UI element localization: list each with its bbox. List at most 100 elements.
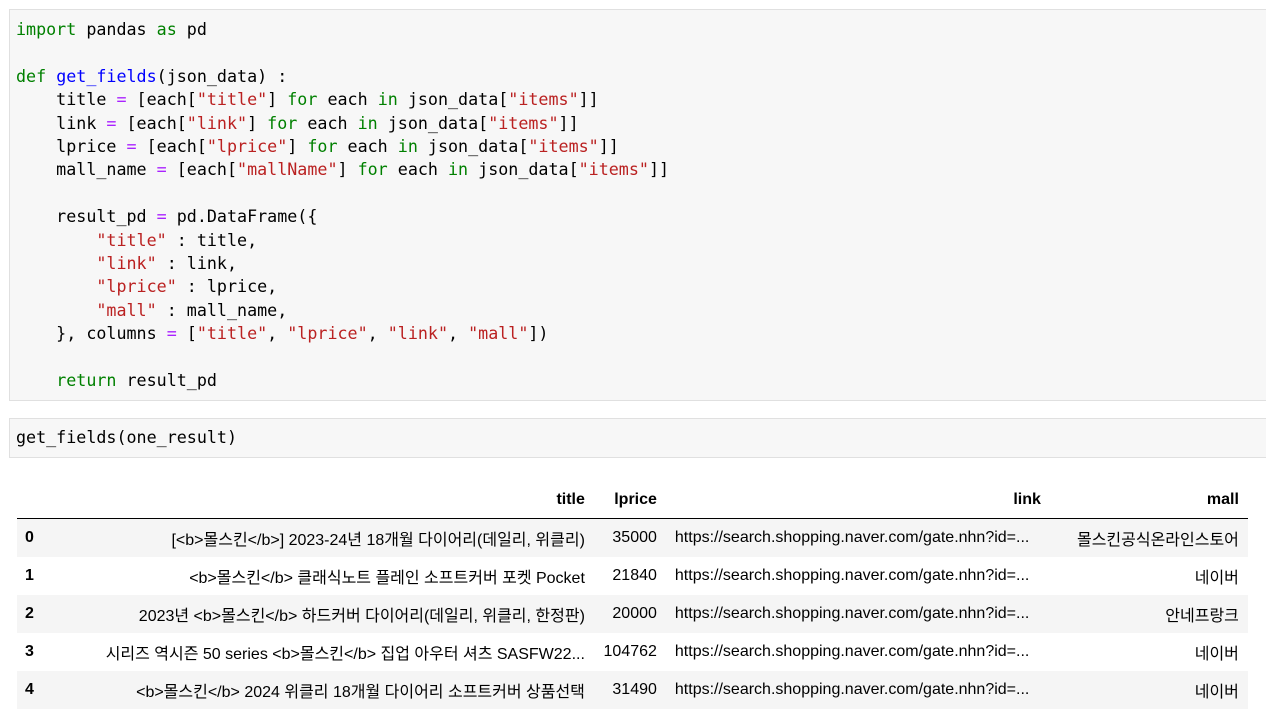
code-token: json_data[ [468, 159, 579, 180]
code-token: (json_data) : [156, 65, 288, 86]
cell-output: title lprice link mall 0 [<b>몰스킨</b>] 20… [17, 481, 1248, 709]
cell-mall: 네이버 [1194, 684, 1239, 701]
column-header-lprice: lprice [593, 481, 666, 519]
cell-lprice: 35000 [612, 529, 657, 546]
cell-link: https://search.shopping.naver.com/gate.n… [674, 605, 1030, 622]
code-token: json_data[ [397, 89, 509, 110]
code-line: "mall" : mall_name, [16, 300, 287, 320]
code-token: ]] [558, 112, 579, 133]
string-token: "lprice" [206, 136, 288, 157]
code-token: get_fields(one_result) [16, 427, 238, 447]
operator-token: = [156, 159, 167, 180]
code-token: [each[ [166, 159, 238, 180]
code-token: link [16, 112, 107, 133]
code-token: , [367, 323, 388, 344]
code-token: mall_name [16, 159, 157, 180]
string-token: "mallName" [237, 159, 338, 180]
row-index: 0 [25, 529, 34, 546]
dataframe-table: title lprice link mall 0 [<b>몰스킨</b>] 20… [17, 481, 1248, 709]
code-token: [ [176, 323, 197, 344]
table-row: 3 시리즈 역시즌 50 series <b>몰스킨</b> 집업 아우터 셔츠… [17, 633, 1248, 671]
cell-title: 시리즈 역시즌 50 series <b>몰스킨</b> 집업 아우터 셔츠 S… [105, 646, 585, 663]
code-token: [each[ [136, 136, 207, 157]
string-token: "items" [488, 112, 559, 133]
table-header-row: title lprice link mall [17, 481, 1248, 519]
string-token: "mall" [96, 299, 157, 320]
string-token: "items" [508, 89, 579, 110]
code-token: ] [267, 89, 288, 110]
code-line: "lprice" : lprice, [16, 276, 277, 296]
code-token: [each[ [126, 89, 197, 110]
string-token: "link" [186, 112, 248, 133]
cell-mall: 몰스킨공식온라인스토어 [1076, 532, 1239, 549]
operator-token: = [156, 206, 167, 227]
cell-lprice: 20000 [612, 605, 657, 622]
code-line: result_pd = pd.DataFrame({ [16, 206, 317, 226]
cell-mall: 네이버 [1194, 646, 1239, 663]
keyword-token: def [16, 65, 47, 86]
column-header-mall: mall [1049, 481, 1248, 519]
code-editor[interactable]: get_fields(one_result) [10, 419, 1266, 449]
table-row: 2 2023년 <b>몰스킨</b> 하드커버 다이어리(데일리, 위클리, 한… [17, 595, 1248, 633]
cell-title: [<b>몰스킨</b>] 2023-24년 18개월 다이어리(데일리, 위클리… [171, 532, 585, 549]
code-token: ]] [578, 89, 599, 110]
string-token: "title" [196, 323, 268, 344]
cell-title: <b>몰스킨</b> 2024 위클리 18개월 다이어리 소프트커버 상품선택 [136, 684, 585, 701]
string-token: "items" [528, 136, 599, 157]
operator-token: = [126, 136, 137, 157]
row-index: 2 [25, 605, 34, 622]
cell-lprice: 21840 [612, 567, 657, 584]
string-token: "mall" [468, 323, 529, 344]
cell-title: 2023년 <b>몰스킨</b> 하드커버 다이어리(데일리, 위클리, 한정판… [138, 608, 585, 625]
code-token: result_pd [116, 370, 217, 391]
cell-link: https://search.shopping.naver.com/gate.n… [674, 643, 1030, 660]
table-row: 4 <b>몰스킨</b> 2024 위클리 18개월 다이어리 소프트커버 상품… [17, 671, 1248, 709]
operator-token: = [166, 323, 177, 344]
code-token: : mall_name, [156, 299, 288, 320]
code-token: ]] [648, 159, 670, 180]
table-row: 1 <b>몰스킨</b> 클래식노트 플레인 소프트커버 포켓 Pocket 2… [17, 557, 1248, 595]
cell-title: <b>몰스킨</b> 클래식노트 플레인 소프트커버 포켓 Pocket [189, 570, 585, 587]
keyword-token: import [16, 19, 77, 39]
keyword-token: in [377, 89, 398, 110]
keyword-token: for [307, 136, 338, 157]
code-token: title [16, 89, 117, 110]
cell-link: https://search.shopping.naver.com/gate.n… [674, 529, 1030, 546]
cell-link: https://search.shopping.naver.com/gate.n… [674, 681, 1030, 698]
code-line: lprice = [each["lprice"] for each in jso… [16, 136, 619, 156]
code-token: pandas [76, 19, 157, 39]
code-cell-1[interactable]: import pandas as pd def get_fields(json_… [9, 9, 1266, 401]
column-header-title: title [47, 481, 594, 519]
cell-mall: 네이버 [1194, 570, 1239, 587]
operator-token: = [116, 89, 127, 110]
code-token: ]) [528, 323, 549, 344]
keyword-token: in [357, 112, 378, 133]
code-line: def get_fields(json_data) : [16, 66, 287, 86]
code-line: link = [each["link"] for each in json_da… [16, 112, 579, 133]
cell-mall: 안네프랑크 [1165, 608, 1239, 625]
code-token: }, columns [16, 323, 167, 344]
code-token: pd.DataFrame({ [166, 206, 318, 227]
keyword-token: in [448, 159, 469, 180]
string-token: "items" [578, 159, 649, 180]
column-header-link: link [665, 481, 1050, 519]
code-editor[interactable]: import pandas as pd def get_fields(json_… [10, 10, 1266, 393]
code-line: }, columns = ["title", "lprice", "link",… [16, 323, 548, 343]
code-token: result_pd [16, 206, 157, 227]
code-token: json_data[ [377, 112, 489, 133]
code-cell-2[interactable]: get_fields(one_result) [9, 418, 1266, 458]
code-token: : link, [156, 253, 238, 274]
code-line: title = [each["title"] for each in json_… [16, 89, 599, 109]
code-line: "title" : title, [16, 230, 257, 250]
string-token: "title" [196, 89, 268, 110]
code-token: pd [176, 19, 207, 39]
code-line: import pandas as pd [16, 19, 207, 39]
cell-lprice: 104762 [603, 643, 657, 660]
code-token: each [337, 136, 398, 157]
